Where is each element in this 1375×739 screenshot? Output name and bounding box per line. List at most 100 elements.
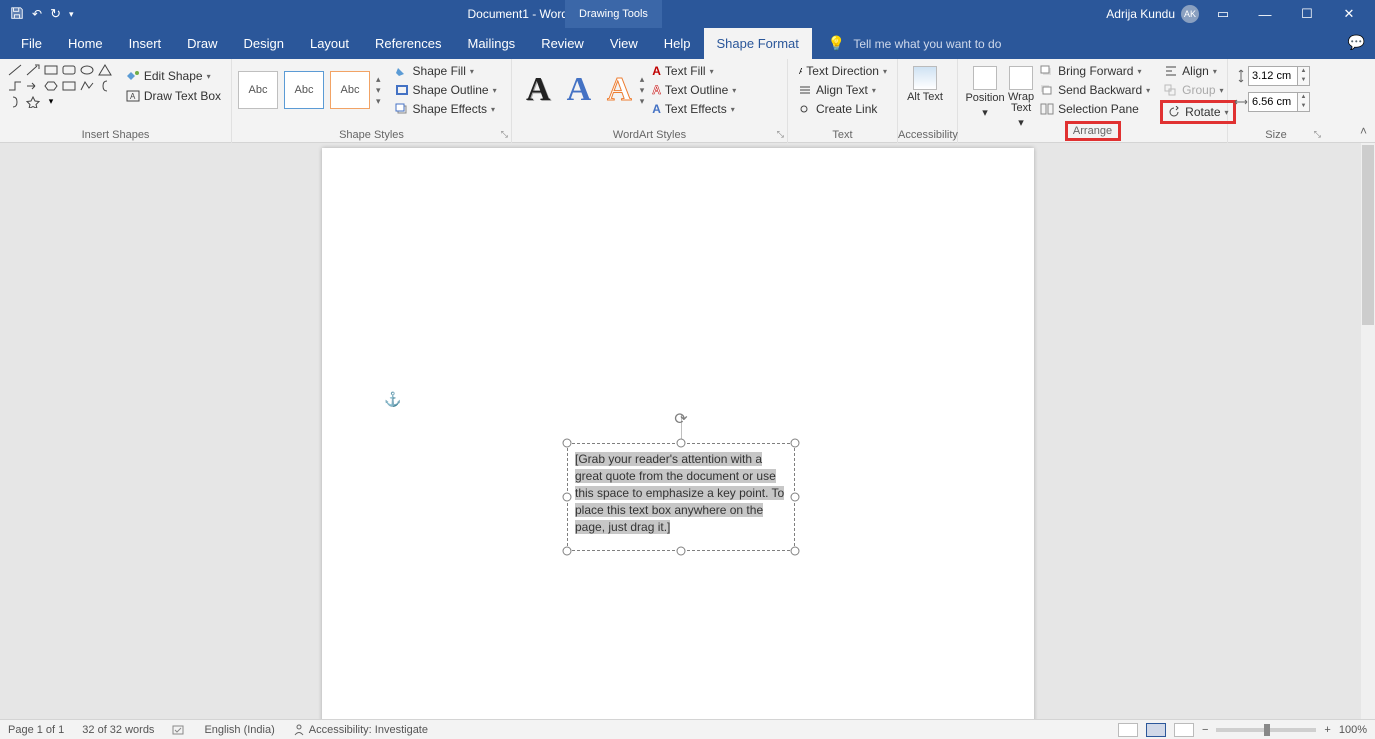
shape-style-preset-1[interactable]: Abc (238, 71, 278, 109)
shapes-gallery[interactable]: ▾ (6, 62, 116, 110)
oval-icon[interactable] (80, 64, 94, 76)
shape-effects-button[interactable]: Shape Effects▾ (391, 100, 501, 118)
shape-styles-launcher-icon[interactable]: ⤡ (501, 129, 508, 140)
tab-file[interactable]: File (8, 28, 55, 59)
text-direction-button[interactable]: AText Direction▾ (794, 62, 891, 80)
group-btn-label: Group (1182, 83, 1215, 97)
width-input[interactable] (1248, 92, 1298, 112)
shape-style-preset-2[interactable]: Abc (284, 71, 324, 109)
scrollbar-thumb[interactable] (1362, 145, 1374, 325)
shape-height-field[interactable]: ▲▼ (1234, 66, 1318, 86)
tab-view[interactable]: View (597, 28, 651, 59)
curly-right-icon[interactable] (8, 96, 22, 108)
anchor-icon[interactable]: ⚓ (384, 391, 401, 408)
hexagon-icon[interactable] (44, 80, 58, 92)
send-backward-button[interactable]: Send Backward▾ (1036, 81, 1154, 99)
align-button[interactable]: Align▾ (1160, 62, 1235, 80)
document-canvas[interactable]: ⚓ ⟳ [Grab your reader's attention with a… (0, 143, 1361, 719)
text-outline-button[interactable]: AText Outline▾ (648, 81, 740, 99)
alt-text-button[interactable]: Alt Text (904, 62, 946, 107)
bring-forward-button[interactable]: Bring Forward▾ (1036, 62, 1154, 80)
spellcheck-indicator[interactable] (172, 724, 186, 736)
collapse-ribbon-icon[interactable]: ˄ (1360, 124, 1367, 138)
selection-pane-icon (1040, 103, 1054, 115)
line-arrow-icon[interactable] (26, 64, 40, 76)
wordart-launcher-icon[interactable]: ⤡ (777, 129, 784, 140)
tab-layout[interactable]: Layout (297, 28, 362, 59)
create-link-button[interactable]: Create Link (794, 100, 891, 118)
position-button[interactable]: Position▾ (964, 62, 1006, 123)
read-mode-button[interactable] (1118, 723, 1138, 737)
text-effects-button[interactable]: AText Effects▾ (648, 100, 740, 118)
rounded-rect-icon[interactable] (62, 64, 76, 76)
language-indicator[interactable]: English (India) (204, 724, 274, 736)
wordart-preset-3[interactable]: A (599, 71, 640, 109)
wordart-preset-2[interactable]: A (559, 71, 600, 109)
elbow-connector-icon[interactable] (8, 80, 22, 92)
size-launcher-icon[interactable]: ⤡ (1314, 129, 1321, 140)
freeform-icon[interactable] (80, 80, 94, 92)
tab-shape-format[interactable]: Shape Format (704, 28, 812, 59)
draw-text-box-button[interactable]: A Draw Text Box (122, 87, 225, 105)
user-name[interactable]: Adrija Kundu (1106, 7, 1175, 21)
zoom-slider[interactable] (1216, 728, 1316, 732)
tab-help[interactable]: Help (651, 28, 704, 59)
height-input[interactable] (1248, 66, 1298, 86)
curly-left-icon[interactable] (98, 80, 112, 92)
print-layout-button[interactable] (1146, 723, 1166, 737)
shapes-more-icon[interactable]: ▾ (44, 96, 58, 108)
edit-shape-button[interactable]: Edit Shape▾ (122, 67, 225, 85)
width-spinner[interactable]: ▲▼ (1298, 92, 1310, 112)
text-direction-icon: A (798, 65, 802, 77)
height-spinner[interactable]: ▲▼ (1298, 66, 1310, 86)
wordart-more-icon[interactable]: ▴▾▾ (640, 74, 645, 107)
tab-home[interactable]: Home (55, 28, 116, 59)
text-fill-button[interactable]: AText Fill▾ (648, 62, 740, 80)
page[interactable] (322, 148, 1034, 719)
redo-icon[interactable]: ↻ (50, 6, 61, 22)
align-text-button[interactable]: Align Text▾ (794, 81, 891, 99)
rect2-icon[interactable] (62, 80, 76, 92)
accessibility-status[interactable]: Accessibility: Investigate (293, 724, 428, 736)
maximize-button[interactable]: ☐ (1289, 6, 1325, 22)
triangle-icon[interactable] (98, 64, 112, 76)
qat-customize-icon[interactable]: ▾ (69, 9, 74, 20)
shape-width-field[interactable]: ▲▼ (1234, 92, 1318, 112)
web-layout-button[interactable] (1174, 723, 1194, 737)
rectangle-icon[interactable] (44, 64, 58, 76)
vertical-scrollbar[interactable] (1361, 143, 1375, 719)
arrow-right-icon[interactable] (26, 80, 40, 92)
share-icon[interactable]: 💬 (1348, 34, 1365, 51)
shape-style-preset-3[interactable]: Abc (330, 71, 370, 109)
tab-review[interactable]: Review (528, 28, 597, 59)
ribbon-display-options-icon[interactable]: ▭ (1205, 6, 1241, 22)
page-indicator[interactable]: Page 1 of 1 (8, 724, 64, 736)
save-icon[interactable] (10, 6, 24, 23)
tab-draw[interactable]: Draw (174, 28, 230, 59)
zoom-in-button[interactable]: + (1324, 724, 1330, 736)
zoom-slider-thumb[interactable] (1264, 724, 1270, 736)
zoom-out-button[interactable]: − (1202, 724, 1208, 736)
rotate-button[interactable]: Rotate▾ (1160, 100, 1235, 124)
shape-styles-more-icon[interactable]: ▴▾▾ (376, 74, 381, 107)
tab-mailings[interactable]: Mailings (455, 28, 529, 59)
shape-fill-button[interactable]: Shape Fill▾ (391, 62, 501, 80)
selected-text-box[interactable]: ⟳ [Grab your reader's attention with a g… (567, 443, 795, 551)
shape-outline-button[interactable]: Shape Outline▾ (391, 81, 501, 99)
selection-pane-button[interactable]: Selection Pane (1036, 100, 1154, 118)
wordart-preset-1[interactable]: A (518, 71, 559, 109)
tab-references[interactable]: References (362, 28, 454, 59)
text-box-content[interactable]: [Grab your reader's attention with a gre… (575, 451, 787, 536)
tab-design[interactable]: Design (231, 28, 297, 59)
word-count[interactable]: 32 of 32 words (82, 724, 154, 736)
line-icon[interactable] (8, 64, 22, 76)
zoom-level[interactable]: 100% (1339, 724, 1367, 736)
user-avatar[interactable]: AK (1181, 5, 1199, 23)
star-icon[interactable] (26, 96, 40, 108)
close-button[interactable]: ✕ (1331, 6, 1367, 22)
tab-insert[interactable]: Insert (116, 28, 175, 59)
tell-me-search[interactable]: 💡 Tell me what you want to do (812, 28, 1002, 59)
wrap-text-button[interactable]: Wrap Text▾ (1006, 62, 1036, 133)
undo-icon[interactable]: ↶ (32, 7, 42, 21)
minimize-button[interactable]: — (1247, 7, 1283, 22)
